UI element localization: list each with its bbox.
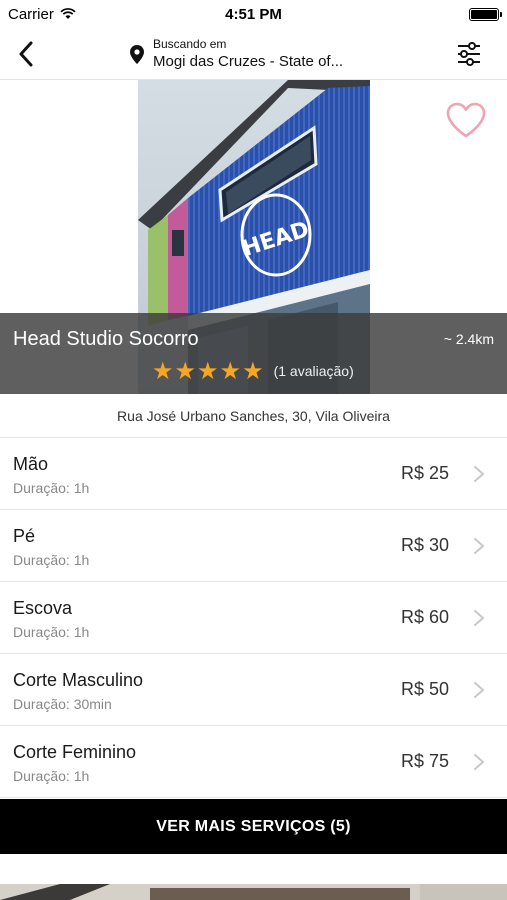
chevron-right-icon bbox=[474, 538, 484, 554]
chevron-right-icon bbox=[474, 754, 484, 770]
star-icon: ★ bbox=[219, 357, 242, 385]
service-price: R$ 75 bbox=[400, 751, 449, 771]
location-selector[interactable]: Buscando em Mogi das Cruzes - State of..… bbox=[130, 37, 343, 71]
services-list: Mão Duração: 1h R$ 25 Pé Duração: 1h R$ … bbox=[0, 438, 507, 798]
battery-icon bbox=[469, 7, 502, 21]
service-name: Mão bbox=[13, 454, 49, 474]
service-name: Corte Masculino bbox=[13, 670, 144, 690]
star-icon: ★ bbox=[242, 357, 264, 385]
rating-row[interactable]: ★ ★ ★ ★ ★ (1 avaliação) bbox=[152, 359, 354, 383]
wifi-icon bbox=[60, 8, 76, 19]
next-salon-photo-preview bbox=[0, 884, 507, 900]
service-row[interactable]: Mão Duração: 1h R$ 25 bbox=[0, 438, 507, 510]
service-duration: Duração: 1h bbox=[13, 480, 90, 496]
service-duration: Duração: 1h bbox=[13, 624, 90, 640]
service-duration: Duração: 30min bbox=[13, 696, 112, 712]
more-services-button[interactable]: VER MAIS SERVIÇOS (5) bbox=[0, 799, 507, 854]
next-salon-photo[interactable] bbox=[0, 884, 507, 900]
service-row[interactable]: Corte Feminino Duração: 1h R$ 75 bbox=[0, 726, 507, 798]
location-caption: Buscando em bbox=[153, 37, 227, 51]
service-name: Corte Feminino bbox=[13, 742, 137, 762]
salon-hero: HEAD Head Studio Socorro ~ 2.4km ★ ★ ★ ★… bbox=[0, 80, 507, 394]
star-icon: ★ bbox=[174, 357, 197, 385]
status-bar: Carrier 4:51 PM bbox=[0, 0, 507, 28]
star-icon: ★ bbox=[197, 357, 219, 385]
service-price: R$ 60 bbox=[400, 607, 449, 627]
review-count: (1 avaliação) bbox=[273, 363, 354, 379]
salon-name: Head Studio Socorro bbox=[13, 328, 199, 350]
salon-address[interactable]: Rua José Urbano Sanches, 30, Vila Olivei… bbox=[0, 394, 507, 438]
service-row[interactable]: Escova Duração: 1h R$ 60 bbox=[0, 582, 507, 654]
battery-level bbox=[471, 9, 497, 19]
service-row[interactable]: Pé Duração: 1h R$ 30 bbox=[0, 510, 507, 582]
status-left: Carrier bbox=[8, 6, 76, 23]
chevron-right-icon bbox=[474, 682, 484, 698]
service-name: Pé bbox=[13, 526, 36, 546]
star-icon: ★ bbox=[152, 357, 174, 385]
back-button[interactable] bbox=[8, 36, 44, 72]
nav-bar: Buscando em Mogi das Cruzes - State of..… bbox=[0, 28, 507, 80]
service-duration: Duração: 1h bbox=[13, 552, 90, 568]
service-row[interactable]: Corte Masculino Duração: 30min R$ 50 bbox=[0, 654, 507, 726]
location-pin-icon bbox=[130, 44, 144, 64]
service-price: R$ 50 bbox=[400, 679, 449, 699]
service-price: R$ 30 bbox=[400, 535, 449, 555]
heart-outline-icon bbox=[446, 102, 486, 138]
service-price: R$ 25 bbox=[400, 463, 449, 483]
sliders-icon bbox=[458, 42, 480, 66]
service-name: Escova bbox=[13, 598, 73, 618]
location-text: Buscando em Mogi das Cruzes - State of..… bbox=[153, 37, 343, 71]
chevron-left-icon bbox=[19, 41, 33, 67]
service-duration: Duração: 1h bbox=[13, 768, 90, 784]
salon-info-overlay: Head Studio Socorro ~ 2.4km ★ ★ ★ ★ ★ (1… bbox=[0, 313, 507, 394]
star-rating: ★ ★ ★ ★ ★ bbox=[152, 359, 264, 383]
salon-distance: ~ 2.4km bbox=[443, 331, 494, 347]
status-time: 4:51 PM bbox=[225, 5, 282, 23]
favorite-button[interactable] bbox=[443, 98, 489, 142]
chevron-right-icon bbox=[474, 466, 484, 482]
filter-button[interactable] bbox=[453, 38, 485, 70]
location-value: Mogi das Cruzes - State of... bbox=[153, 53, 344, 70]
chevron-right-icon bbox=[474, 610, 484, 626]
carrier-label: Carrier bbox=[8, 5, 54, 23]
